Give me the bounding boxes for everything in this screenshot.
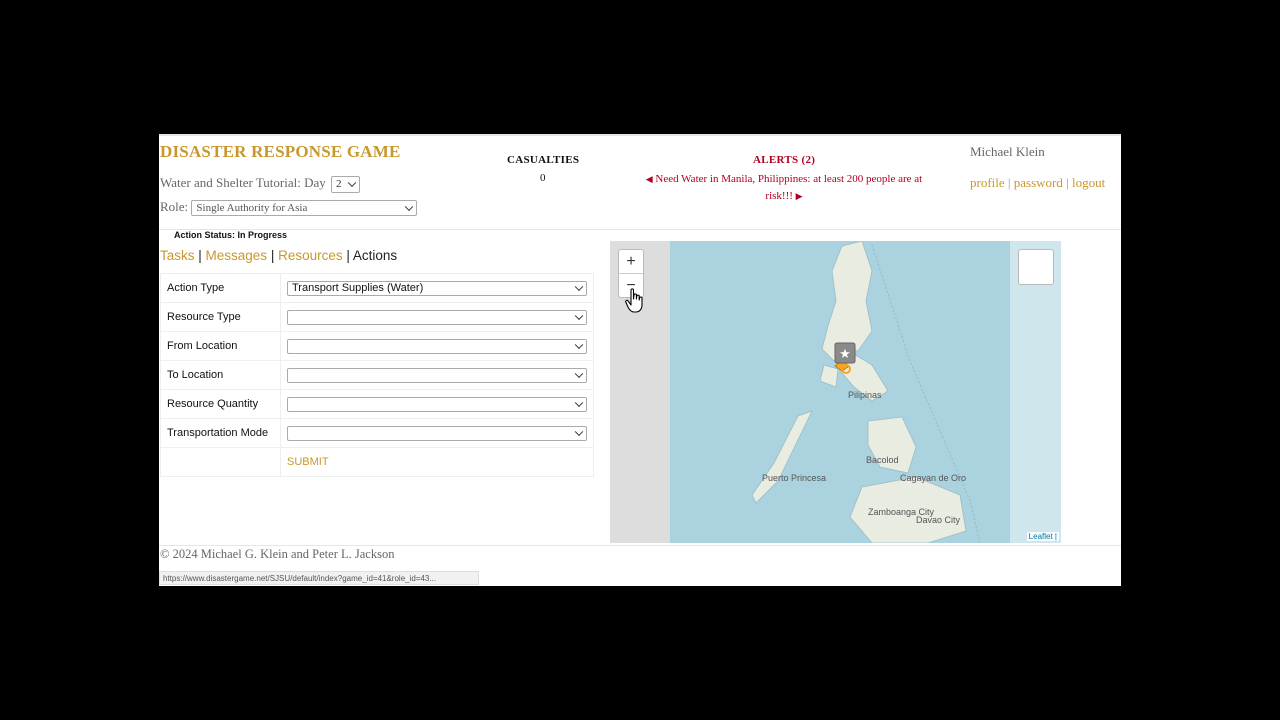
to-location-label: To Location	[160, 360, 281, 390]
action-type-select[interactable]: Transport Supplies (Water)	[287, 280, 587, 296]
from-location-label: From Location	[160, 331, 281, 361]
user-links: profile | password | logout	[970, 175, 1105, 191]
logout-link[interactable]: logout	[1072, 175, 1105, 190]
submit-button[interactable]: SUBMIT	[287, 456, 329, 468]
next-alert-icon[interactable]: ▶	[796, 191, 803, 201]
resource-quantity-select[interactable]	[287, 396, 587, 412]
map-label-davao: Davao City	[916, 515, 961, 525]
form-row-resource-quantity: Resource Quantity	[160, 389, 594, 419]
alerts-label: ALERTS (2)	[753, 154, 816, 166]
action-type-cell: Transport Supplies (Water)	[280, 273, 594, 303]
casualties-label: CASUALTIES	[507, 154, 580, 166]
transportation-mode-cell	[280, 418, 594, 448]
to-location-cell	[280, 360, 594, 390]
tab-tasks[interactable]: Tasks	[160, 248, 195, 263]
app-title: DISASTER RESPONSE GAME	[160, 142, 401, 161]
action-type-label: Action Type	[160, 273, 281, 303]
form-row-action-type: Action Type Transport Supplies (Water)	[160, 273, 594, 303]
password-link[interactable]: password	[1014, 175, 1063, 190]
form-row-to-location: To Location	[160, 360, 594, 390]
alert-text: Need Water in Manila, Philippines: at le…	[655, 173, 923, 202]
transportation-mode-value	[288, 427, 586, 429]
tab-bar: Tasks | Messages | Resources | Actions	[160, 248, 398, 263]
action-type-value: Transport Supplies (Water)	[292, 281, 424, 294]
map-view[interactable]: ★ Pilipinas Bacolod Puerto Princesa Caga…	[610, 241, 1061, 543]
day-select[interactable]: 2	[331, 175, 361, 193]
to-location-value	[288, 369, 586, 371]
hand-cursor-icon	[625, 288, 643, 313]
role-select-value: Single Authority for Asia	[196, 202, 308, 215]
chevron-down-icon	[574, 427, 584, 437]
from-location-select[interactable]	[287, 338, 587, 354]
empty-cell	[160, 447, 281, 477]
map-tiles: ★ Pilipinas Bacolod Puerto Princesa Caga…	[610, 241, 1061, 543]
map-label-puerto-princesa: Puerto Princesa	[762, 473, 826, 483]
from-location-value	[288, 340, 586, 342]
role-select[interactable]: Single Authority for Asia	[191, 200, 418, 217]
tab-resources[interactable]: Resources	[278, 248, 343, 263]
resource-type-select[interactable]	[287, 309, 587, 325]
resource-type-label: Resource Type	[160, 302, 281, 332]
palawan-island	[751, 410, 813, 504]
map-tile-loading	[1010, 241, 1061, 543]
alert-message: ◀ Need Water in Manila, Philippines: at …	[639, 171, 929, 204]
chevron-down-icon	[574, 311, 584, 321]
resource-type-value	[288, 311, 586, 313]
mindoro-island	[819, 364, 839, 388]
link-separator: |	[1062, 175, 1072, 190]
action-form: Action Type Transport Supplies (Water) R…	[160, 273, 594, 477]
link-separator: |	[1004, 175, 1014, 190]
chevron-down-icon	[574, 398, 584, 408]
role-label: Role:	[160, 199, 189, 214]
tab-messages[interactable]: Messages	[206, 248, 268, 263]
header-divider	[159, 229, 1121, 230]
map-attribution[interactable]: Leaflet |	[1026, 532, 1059, 541]
form-row-resource-type: Resource Type	[160, 302, 594, 332]
submit-cell: SUBMIT	[280, 447, 594, 477]
resource-quantity-value	[288, 398, 586, 400]
from-location-cell	[280, 331, 594, 361]
to-location-select[interactable]	[287, 367, 587, 383]
map-label-cagayan-de-oro: Cagayan de Oro	[900, 473, 966, 483]
action-status: Action Status: In Progress	[174, 230, 288, 240]
transportation-mode-label: Transportation Mode	[160, 418, 281, 448]
transportation-mode-select[interactable]	[287, 425, 587, 441]
layers-button[interactable]	[1018, 249, 1054, 285]
map-label-bacolod: Bacolod	[866, 455, 899, 465]
form-row-submit: SUBMIT	[160, 447, 594, 477]
zoom-in-button[interactable]: +	[619, 250, 643, 273]
tutorial-line: Water and Shelter Tutorial: Day 2	[160, 175, 361, 193]
status-url-bar: https://www.disastergame.net/SJSU/defaul…	[159, 571, 479, 585]
user-name: Michael Klein	[970, 144, 1045, 159]
copyright-text: © 2024 Michael G. Klein and Peter L. Jac…	[160, 547, 395, 561]
role-line: Role: Single Authority for Asia	[160, 199, 418, 217]
resource-type-cell	[280, 302, 594, 332]
footer-divider	[159, 545, 1121, 546]
chevron-down-icon	[574, 340, 584, 350]
resource-quantity-label: Resource Quantity	[160, 389, 281, 419]
map-label-pilipinas: Pilipinas	[848, 390, 882, 400]
prev-alert-icon[interactable]: ◀	[646, 174, 653, 184]
resource-quantity-cell	[280, 389, 594, 419]
chevron-down-icon	[574, 369, 584, 379]
profile-link[interactable]: profile	[970, 175, 1005, 190]
form-row-transportation-mode: Transportation Mode	[160, 418, 594, 448]
star-icon: ★	[839, 346, 851, 361]
app-page: DISASTER RESPONSE GAME Water and Shelter…	[159, 134, 1121, 586]
tutorial-label: Water and Shelter Tutorial: Day	[160, 175, 326, 190]
tab-actions[interactable]: Actions	[353, 248, 397, 263]
form-row-from-location: From Location	[160, 331, 594, 361]
casualties-value: 0	[540, 172, 546, 184]
